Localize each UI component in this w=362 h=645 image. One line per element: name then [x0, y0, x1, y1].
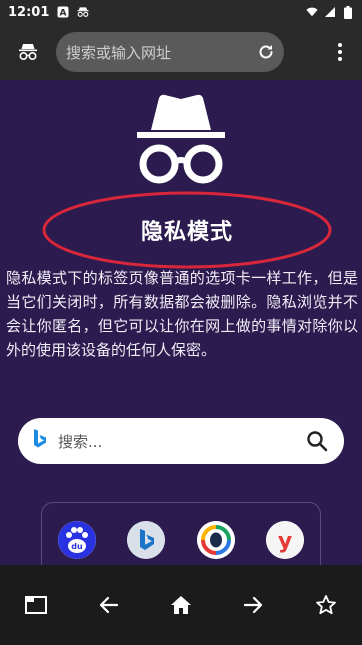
tencent-qq-icon[interactable] — [196, 521, 235, 559]
home-icon[interactable] — [161, 585, 201, 625]
star-icon[interactable] — [306, 585, 346, 625]
incognito-status-icon — [77, 6, 89, 18]
title-area: 隐私模式 — [41, 190, 333, 270]
back-arrow-icon[interactable] — [89, 585, 129, 625]
reload-icon[interactable] — [256, 42, 276, 62]
url-input[interactable]: 搜索或输入网址 — [56, 32, 284, 72]
incognito-description: 隐私模式下的标签页像普通的选项卡一样工作，但是当它们关闭时，所有数据都会被删除。… — [6, 269, 358, 359]
wifi-icon — [306, 6, 318, 18]
status-bar: 12:01 A — [0, 0, 362, 24]
notification-a-icon: A — [57, 6, 69, 18]
tabs-icon[interactable] — [16, 585, 56, 625]
search-input[interactable]: 搜索... — [18, 418, 344, 464]
page-title: 隐私模式 — [140, 220, 233, 245]
signal-icon — [324, 6, 336, 18]
status-time: 12:01 — [8, 4, 50, 20]
incognito-page: 隐私模式 隐私模式下的标签页像普通的选项卡一样工作，但是当它们关闭时，所有数据都… — [0, 80, 362, 582]
baidu-icon[interactable]: du — [57, 521, 96, 559]
svg-text:y: y — [278, 529, 292, 554]
search-placeholder: 搜索... — [58, 432, 103, 451]
svg-text:A: A — [60, 9, 67, 19]
incognito-toolbar-icon[interactable] — [0, 24, 56, 80]
search-icon[interactable] — [306, 430, 328, 452]
bing-logo-icon — [32, 428, 48, 454]
url-placeholder: 搜索或输入网址 — [66, 43, 172, 62]
battery-icon — [342, 5, 354, 19]
bing-icon[interactable] — [127, 521, 166, 559]
svg-text:du: du — [71, 542, 83, 551]
forward-arrow-icon[interactable] — [233, 585, 273, 625]
bottom-navigation — [0, 565, 362, 645]
more-menu-icon[interactable] — [318, 24, 362, 80]
incognito-hero-icon — [131, 94, 231, 186]
y-app-icon[interactable]: y — [266, 521, 305, 559]
browser-toolbar: 搜索或输入网址 — [0, 24, 362, 80]
